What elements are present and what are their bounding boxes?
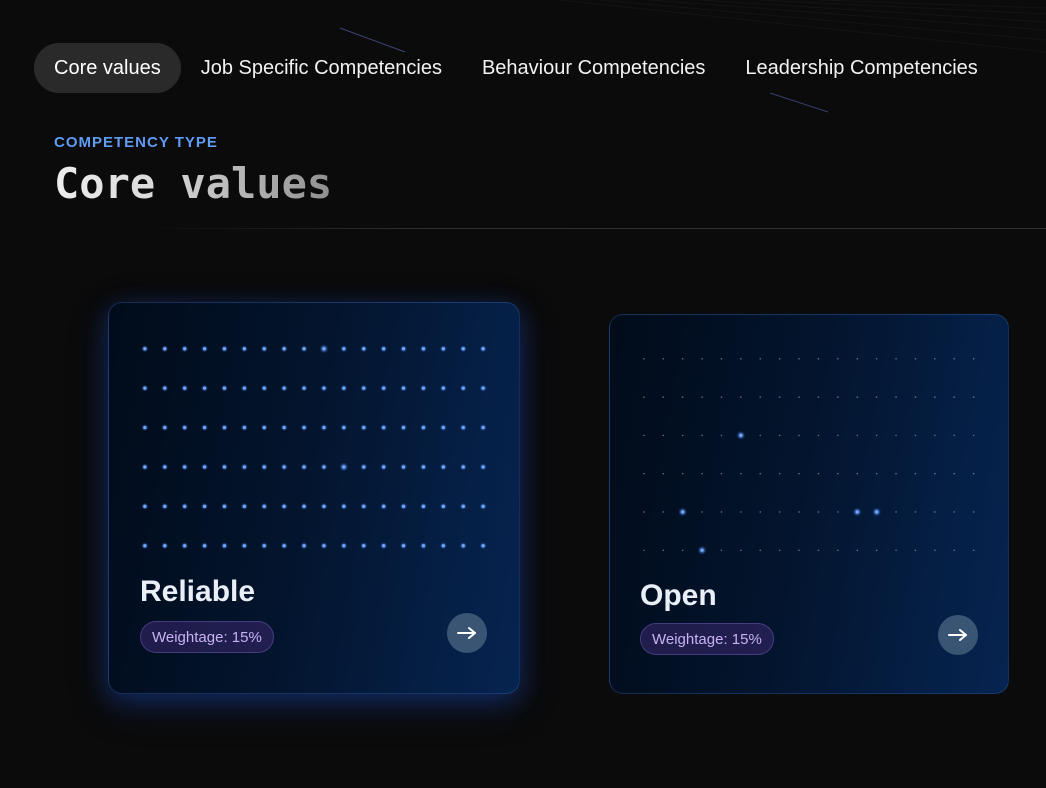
tab-leadership-competencies[interactable]: Leadership Competencies [725, 43, 997, 93]
competency-page: Core values Job Specific Competencies Be… [0, 0, 1046, 788]
competency-tabs: Core values Job Specific Competencies Be… [34, 43, 998, 93]
card-title: Reliable [140, 575, 256, 608]
competency-card-reliable[interactable]: Reliable Weightage: 15% [108, 302, 520, 694]
tab-behaviour-competencies[interactable]: Behaviour Competencies [462, 43, 725, 93]
open-card-button[interactable] [447, 613, 487, 653]
tab-job-specific-competencies[interactable]: Job Specific Competencies [181, 43, 462, 93]
weightage-badge: Weightage: 15% [640, 623, 774, 655]
competency-card-open[interactable]: Open Weightage: 15% [609, 314, 1009, 694]
arrow-right-icon [948, 629, 967, 641]
section-eyebrow: COMPETENCY TYPE [54, 134, 218, 151]
card-title: Open [640, 579, 717, 612]
open-card-button[interactable] [938, 615, 978, 655]
weightage-badge: Weightage: 15% [140, 621, 274, 653]
header-divider [140, 228, 1046, 229]
page-title: Core values [54, 159, 333, 208]
arrow-right-icon [457, 627, 476, 639]
tab-core-values[interactable]: Core values [34, 43, 181, 93]
